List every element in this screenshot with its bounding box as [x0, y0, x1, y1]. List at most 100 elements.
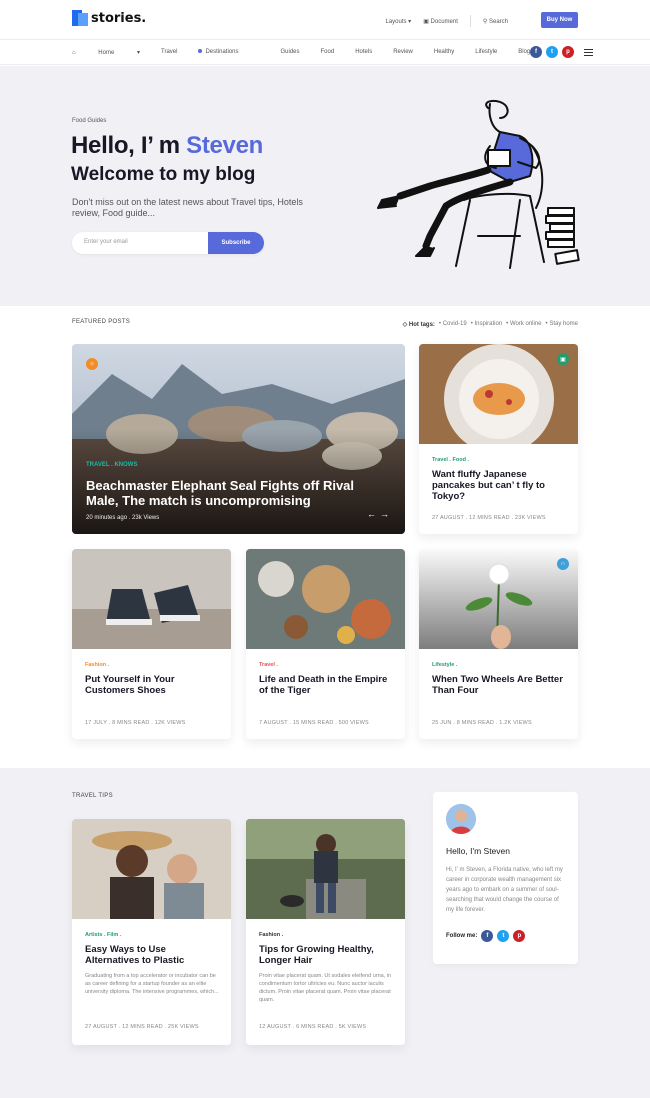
- trending-icon: ☼: [86, 358, 98, 370]
- nav-item-destinations[interactable]: Destinations: [198, 49, 259, 56]
- nav-item-food[interactable]: Food: [321, 49, 335, 56]
- nav-item-travel[interactable]: Travel: [161, 49, 177, 56]
- post-card-title[interactable]: Put Yourself in Your Customers Shoes: [85, 674, 219, 696]
- hot-tag-stay-home[interactable]: • Stay home: [546, 321, 578, 328]
- featured-posts-title: FEATURED POSTS: [72, 319, 131, 325]
- flower-image: [419, 549, 578, 649]
- nav-item-guides[interactable]: Guides: [280, 49, 299, 56]
- carousel-arrows[interactable]: ←→: [367, 509, 393, 519]
- pinterest-icon[interactable]: p: [562, 46, 574, 58]
- search-icon: ⚲: [482, 18, 488, 25]
- tips-card-categories[interactable]: Fashion .: [259, 932, 283, 938]
- author-bio: Hi, I’ m Steven, a Florida native, who l…: [446, 867, 563, 913]
- nav-item-hotels[interactable]: Hotels: [355, 49, 372, 56]
- divider: [469, 15, 471, 27]
- subscribe-button[interactable]: Subscribe: [208, 232, 264, 254]
- nav-item-review[interactable]: Review: [393, 49, 413, 56]
- hot-tag-inspiration[interactable]: • Inspiration: [471, 321, 502, 328]
- document-link[interactable]: ▣ Document: [423, 18, 458, 25]
- food-table-image: [246, 549, 405, 649]
- nav-item-healthy[interactable]: Healthy: [434, 49, 454, 56]
- site-logo[interactable]: stories.: [72, 10, 146, 26]
- author-photo: [446, 804, 476, 834]
- hot-tags-label: ◇ Hot tags:: [402, 322, 435, 328]
- post-card-meta: 17 JULY . 8 MINS READ . 12K VIEWS: [85, 720, 186, 726]
- travel-tips-title: TRAVEL TIPS: [72, 793, 113, 799]
- follow-me: Follow me: f t p: [446, 930, 526, 942]
- social-links: f t p: [530, 46, 593, 58]
- logo-text: stories.: [91, 10, 147, 26]
- hero-category[interactable]: Food Guides: [72, 118, 106, 124]
- subscribe-form: Enter your email Subscribe: [72, 232, 264, 254]
- tips-card-title[interactable]: Easy Ways to Use Alternatives to Plastic: [85, 944, 219, 966]
- tips-card-excerpt: Graduating from a top accelerator or inc…: [85, 973, 219, 995]
- hero-section: Food Guides Hello, I’ m Steven Welcome t…: [0, 66, 650, 306]
- logo-mark-icon: [72, 10, 88, 26]
- top-links: Layouts ▾ ▣ Document ⚲ Search: [386, 15, 508, 27]
- reading-man-illustration: [377, 100, 580, 269]
- featured-side-card[interactable]: ▣ Travel . Food . Want fluffy Japanese p…: [419, 344, 578, 534]
- woman-dog-image: [246, 819, 405, 919]
- nav-item-blog[interactable]: Blog: [518, 49, 530, 56]
- tips-card-categories[interactable]: Artists . Film .: [85, 932, 121, 938]
- hero-name: Steven: [186, 132, 264, 159]
- post-card[interactable]: Travel . Life and Death in the Empire of…: [246, 549, 405, 739]
- couple-image: [72, 819, 231, 919]
- layouts-link[interactable]: Layouts ▾: [386, 18, 412, 25]
- post-card-category[interactable]: Fashion .: [85, 662, 109, 668]
- tips-card-meta: 27 AUGUST . 12 MINS READ . 25K VIEWS: [85, 1024, 199, 1030]
- author-widget: Hello, I'm Steven Hi, I’ m Steven, a Flo…: [433, 792, 578, 964]
- author-greeting: Hello, I'm Steven: [446, 846, 510, 856]
- big-card-meta: 20 minutes ago . 23k Views: [86, 515, 160, 521]
- post-card-meta: 25 JUN . 8 MINS READ . 1.2K VIEWS: [432, 720, 532, 726]
- post-card[interactable]: Fashion . Put Yourself in Your Customers…: [72, 549, 231, 739]
- menu-icon[interactable]: [584, 48, 593, 56]
- hot-tags: ◇ Hot tags: • Covid-19 • Inspiration • W…: [403, 321, 578, 328]
- post-card-meta: 7 AUGUST . 15 MINS READ . 500 VIEWS: [259, 720, 369, 726]
- twitter-icon[interactable]: t: [546, 46, 558, 58]
- facebook-icon[interactable]: f: [481, 930, 494, 942]
- hot-tag-covid[interactable]: • Covid-19: [439, 321, 467, 328]
- tips-card[interactable]: Artists . Film . Easy Ways to Use Altern…: [72, 819, 231, 1045]
- main-nav: ⌂ Home ▾ Travel Destinations Guides Food…: [0, 40, 650, 65]
- hero-subtitle: Welcome to my blog: [71, 164, 256, 185]
- tips-card-title[interactable]: Tips for Growing Healthy, Longer Hair: [259, 944, 393, 966]
- nav-item-home[interactable]: ⌂ Home ▾: [72, 49, 140, 56]
- image-icon: ▣: [557, 353, 569, 365]
- post-card-category[interactable]: Lifestyle .: [432, 662, 457, 668]
- big-card-categories[interactable]: TRAVEL . KNOWS: [86, 462, 137, 468]
- post-card-title[interactable]: When Two Wheels Are Better Than Four: [432, 674, 566, 696]
- home-icon: ⌂: [72, 50, 76, 56]
- nav-item-lifestyle[interactable]: Lifestyle: [475, 49, 497, 56]
- facebook-icon[interactable]: f: [530, 46, 542, 58]
- tips-card-excerpt: Proin vitae placerat quam. Ut sodales el…: [259, 973, 392, 1003]
- headphones-icon: ∩: [557, 558, 569, 570]
- buy-now-button[interactable]: Buy Now: [541, 12, 578, 28]
- follow-label: Follow me:: [446, 933, 478, 939]
- twitter-icon[interactable]: t: [497, 930, 510, 942]
- shoes-image: [72, 549, 231, 649]
- destinations-dot-icon: [198, 49, 203, 54]
- site-header: stories. Layouts ▾ ▣ Document ⚲ Search B…: [0, 0, 650, 40]
- post-card-category[interactable]: Travel .: [259, 662, 278, 668]
- arrow-right-icon[interactable]: →: [380, 509, 393, 519]
- pinterest-icon[interactable]: p: [513, 930, 526, 942]
- tips-card[interactable]: Fashion . Tips for Growing Healthy, Long…: [246, 819, 405, 1045]
- pancakes-image: [419, 344, 578, 444]
- tag-icon: ◇: [402, 322, 408, 328]
- search-link[interactable]: ⚲ Search: [483, 18, 508, 25]
- avatar[interactable]: [446, 804, 476, 834]
- side-card-title[interactable]: Want fluffy Japanese pancakes but can’ t…: [432, 469, 566, 502]
- hero-description: Don't miss out on the latest news about …: [72, 197, 303, 218]
- hero-headline: Hello, I’ m Steven: [71, 132, 264, 159]
- side-card-categories[interactable]: Travel . Food .: [432, 457, 469, 463]
- tips-card-meta: 12 AUGUST . 6 MINS READ . 5K VIEWS: [259, 1024, 367, 1030]
- email-input[interactable]: Enter your email: [84, 239, 128, 245]
- post-card[interactable]: ∩ Lifestyle . When Two Wheels Are Better…: [419, 549, 578, 739]
- post-card-title[interactable]: Life and Death in the Empire of the Tige…: [259, 674, 393, 696]
- hot-tag-work-online[interactable]: • Work online: [506, 321, 541, 328]
- featured-big-card[interactable]: ☼ TRAVEL . KNOWS Beachmaster Elephant Se…: [72, 344, 405, 534]
- side-card-meta: 27 AUGUST . 12 MINS READ . 23K VIEWS: [432, 515, 546, 521]
- arrow-left-icon[interactable]: ←: [367, 509, 380, 519]
- big-card-title[interactable]: Beachmaster Elephant Seal Fights off Riv…: [86, 478, 386, 508]
